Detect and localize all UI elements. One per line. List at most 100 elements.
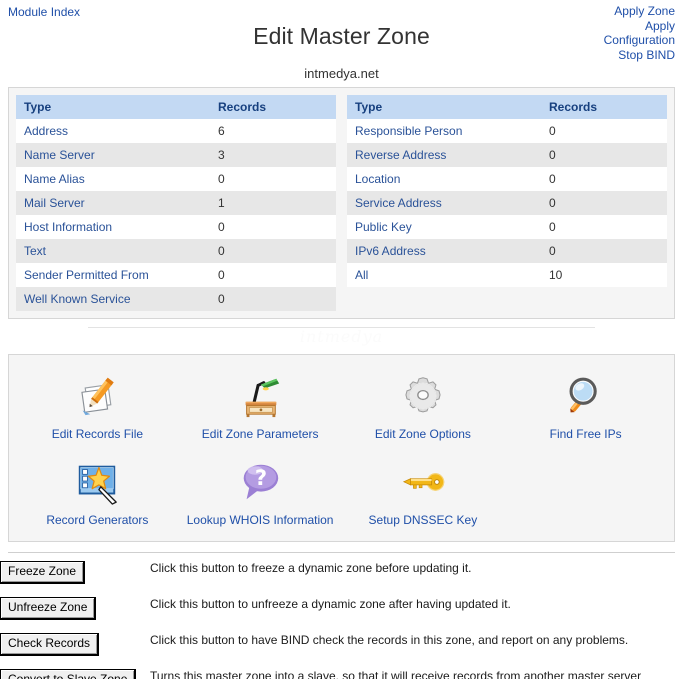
gear-icon <box>405 377 441 413</box>
table-row: Host Information 0 <box>16 215 336 239</box>
record-type-link[interactable]: Public Key <box>347 215 539 239</box>
record-type-link[interactable]: Well Known Service <box>16 287 208 311</box>
section-divider: intmedya <box>8 327 675 346</box>
action-description: Turns this master zone into a slave, so … <box>150 669 642 679</box>
pencil-papers-icon <box>81 377 115 416</box>
icon-link-desk-lamp[interactable]: Edit Zone Parameters <box>179 363 342 449</box>
unfreeze-zone-button[interactable]: Unfreeze Zone <box>0 597 97 620</box>
table-row: Responsible Person 0 <box>347 119 667 143</box>
right-records-table: Type Records Responsible Person 0 Reverse … <box>347 95 667 299</box>
record-type-link[interactable]: Address <box>16 119 208 143</box>
icon-link-magnifier[interactable]: Find Free IPs <box>504 363 667 449</box>
record-count: 0 <box>539 143 667 167</box>
table-header-row: Type Records <box>16 95 336 119</box>
record-type-link[interactable]: Text <box>16 239 208 263</box>
record-type-link[interactable]: Responsible Person <box>347 119 539 143</box>
check-records-button[interactable]: Check Records <box>0 633 100 656</box>
icon-grid: Edit Records File Edit Zone Parameters E… <box>16 357 667 539</box>
right-records-table-column: Type Records Responsible Person 0 Reverse … <box>347 95 667 311</box>
record-type-link[interactable]: Location <box>347 167 539 191</box>
svg-text:?: ? <box>255 465 267 490</box>
record-type-link[interactable]: Service Address <box>347 191 539 215</box>
desk-lamp-icon-wrap <box>181 372 340 420</box>
record-count: 1 <box>208 191 336 215</box>
table-row: Address 6 <box>16 119 336 143</box>
record-type-link[interactable]: Mail Server <box>16 191 208 215</box>
table-header-row: Type Records <box>347 95 667 119</box>
icon-link-gear[interactable]: Edit Zone Options <box>342 363 505 449</box>
action-description: Click this button to unfreeze a dynamic … <box>150 597 511 611</box>
icon-label: Record Generators <box>46 513 149 527</box>
zone-name: intmedya.net <box>304 66 379 81</box>
record-count: 0 <box>539 215 667 239</box>
action-row: Check Records Click this button to have B… <box>0 633 683 669</box>
record-type-link[interactable]: Name Server <box>16 143 208 167</box>
table-row: Well Known Service 0 <box>16 287 336 311</box>
table-row: Name Alias 0 <box>16 167 336 191</box>
question-bubble-icon-wrap: ? <box>181 458 340 506</box>
action-button-cell: Unfreeze Zone <box>0 597 150 633</box>
zone-actions-icon-panel: Edit Records File Edit Zone Parameters E… <box>8 354 675 542</box>
magnifier-icon <box>569 377 597 413</box>
icon-link-key[interactable]: Setup DNSSEC Key <box>342 449 505 535</box>
record-type-link[interactable]: Sender Permitted From <box>16 263 208 287</box>
action-description: Click this button to freeze a dynamic zo… <box>150 561 472 575</box>
icon-label: Edit Records File <box>51 427 144 441</box>
apply-configuration-link-line1[interactable]: Apply <box>525 19 675 34</box>
table-row: IPv6 Address 0 <box>347 239 667 263</box>
divider-rule <box>88 327 595 328</box>
record-count: 0 <box>539 191 667 215</box>
column-header-type: Type <box>347 95 539 119</box>
record-type-link[interactable]: Host Information <box>16 215 208 239</box>
record-type-link[interactable]: All <box>347 263 539 287</box>
table-row: Location 0 <box>347 167 667 191</box>
icon-label: Find Free IPs <box>549 427 622 441</box>
record-count: 0 <box>208 263 336 287</box>
filler-cell <box>539 287 667 299</box>
record-count: 0 <box>208 239 336 263</box>
freeze-zone-button[interactable]: Freeze Zone <box>0 561 86 584</box>
column-header-type: Type <box>16 95 208 119</box>
bottom-separator <box>8 552 675 553</box>
record-count: 0 <box>208 287 336 311</box>
key-icon <box>402 473 445 491</box>
table-row: All 10 <box>347 263 667 287</box>
zone-action-buttons-table: Freeze Zone Click this button to freeze a… <box>0 561 683 679</box>
module-index-link[interactable]: Module Index <box>8 5 80 19</box>
action-description-cell: Click this button to unfreeze a dynamic … <box>150 597 683 633</box>
table-row: Service Address 0 <box>347 191 667 215</box>
record-type-link[interactable]: Reverse Address <box>347 143 539 167</box>
icon-label: Lookup WHOIS Information <box>186 513 334 527</box>
action-button-cell: Check Records <box>0 633 150 669</box>
table-row: Public Key 0 <box>347 215 667 239</box>
apply-configuration-link-line2[interactable]: Configuration <box>525 33 675 48</box>
apply-zone-link[interactable]: Apply Zone <box>525 4 675 19</box>
icon-link-pencil-papers[interactable]: Edit Records File <box>16 363 179 449</box>
icon-label: Setup DNSSEC Key <box>368 513 478 527</box>
icon-label: Edit Zone Options <box>374 427 471 441</box>
key-icon-wrap <box>344 458 503 506</box>
record-count: 0 <box>539 167 667 191</box>
icon-link-question-bubble[interactable]: ? Lookup WHOIS Information <box>179 449 342 535</box>
header-action-links: Apply Zone Apply Configuration Stop BIND <box>525 4 675 62</box>
record-count: 0 <box>208 215 336 239</box>
record-type-link[interactable]: Name Alias <box>16 167 208 191</box>
magnifier-icon-wrap <box>506 372 665 420</box>
icon-label: Edit Zone Parameters <box>201 427 319 441</box>
filler-cell <box>347 287 539 299</box>
record-tables-wrap: Type Records Address 6 Name Server 3 Name Al… <box>16 95 667 311</box>
action-description-cell: Click this button to have BIND check the… <box>150 633 683 669</box>
record-type-link[interactable]: IPv6 Address <box>347 239 539 263</box>
pencil-papers-icon-wrap <box>18 372 177 420</box>
action-row: Freeze Zone Click this button to freeze a… <box>0 561 683 597</box>
record-summary-panel: Type Records Address 6 Name Server 3 Name Al… <box>8 87 675 319</box>
page-header: Module Index Apply Zone Apply Configurat… <box>0 0 683 81</box>
action-row: Convert to Slave Zone Turns this master z… <box>0 669 683 679</box>
icon-link-wand-screen[interactable]: Record Generators <box>16 449 179 535</box>
action-description-cell: Turns this master zone into a slave, so … <box>150 669 683 679</box>
record-count: 10 <box>539 263 667 287</box>
convert-to-slave-zone-button[interactable]: Convert to Slave Zone <box>0 669 137 679</box>
stop-bind-link[interactable]: Stop BIND <box>525 48 675 63</box>
action-button-cell: Freeze Zone <box>0 561 150 597</box>
table-row: Mail Server 1 <box>16 191 336 215</box>
